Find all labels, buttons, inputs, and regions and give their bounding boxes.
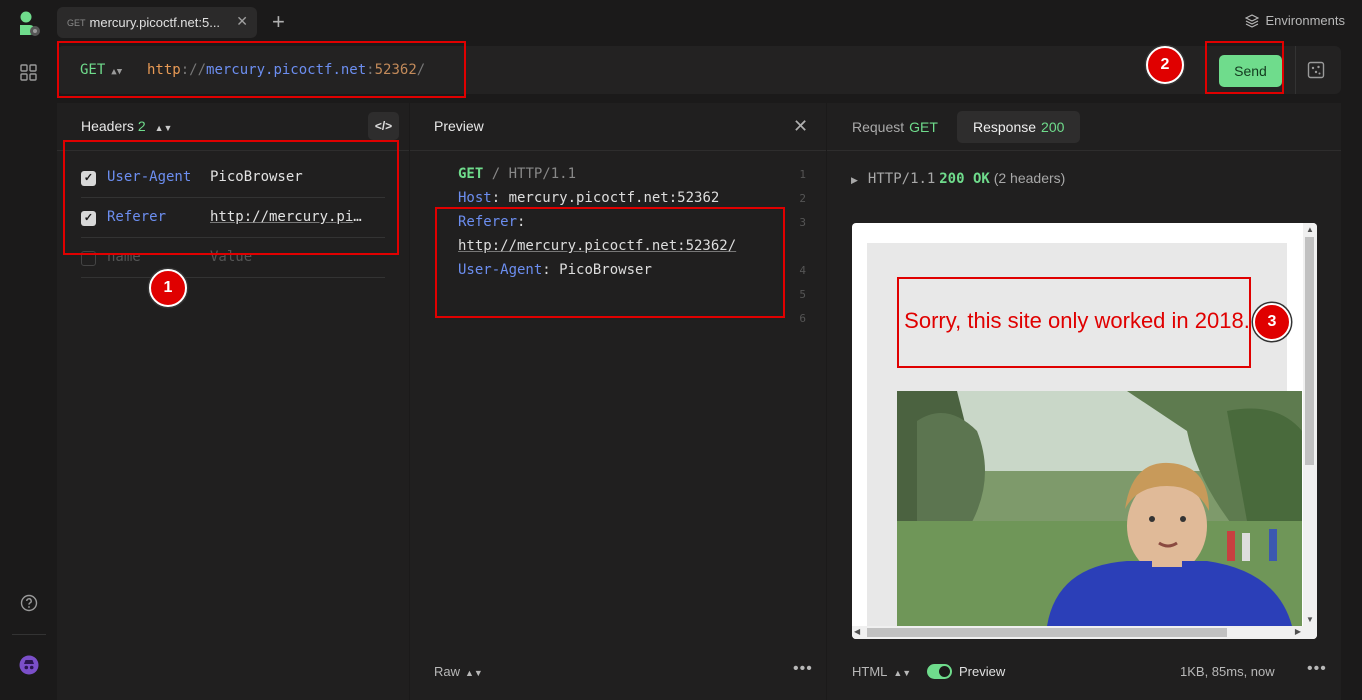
code-icon: </> xyxy=(374,119,393,133)
line-number: 3 xyxy=(799,216,806,229)
line-number: 6 xyxy=(799,312,806,325)
url-scheme: http xyxy=(147,62,181,78)
tab-response-code: 200 xyxy=(1041,119,1065,135)
useragent-key: User-Agent xyxy=(458,262,543,278)
header-name-placeholder[interactable]: name xyxy=(107,249,141,265)
method-select[interactable]: GET ▲▼ xyxy=(80,62,122,78)
line-number: 1 xyxy=(799,168,806,181)
request-tab[interactable]: GET mercury.picoctf.net:5... ✕ xyxy=(57,7,257,38)
help-icon[interactable] xyxy=(20,594,38,612)
tab-method: GET xyxy=(67,17,86,28)
new-tab-icon[interactable]: + xyxy=(272,9,285,35)
host-key: Host xyxy=(458,190,492,206)
toolbar-divider xyxy=(1295,46,1296,94)
close-preview-icon[interactable]: ✕ xyxy=(793,116,808,137)
raw-mode-label: Raw xyxy=(434,664,461,679)
preview-path: / xyxy=(483,166,509,182)
preview-proto: HTTP/1.1 xyxy=(508,166,577,182)
close-tab-icon[interactable]: ✕ xyxy=(236,13,248,30)
tab-response-label: Response xyxy=(973,119,1037,135)
referer-value[interactable]: http://mercury.picoctf.net:52362/ xyxy=(458,238,736,254)
header-enabled-checkbox[interactable]: ✓ xyxy=(81,211,96,226)
headers-chevron-icon: ▲▼ xyxy=(154,123,173,133)
header-value-placeholder[interactable]: Value xyxy=(210,249,362,265)
headers-dropdown[interactable]: Headers 2 ▲▼ xyxy=(81,118,172,134)
annotation-badge-2: 2 xyxy=(1146,46,1184,84)
header-enabled-checkbox[interactable] xyxy=(81,251,96,266)
header-name[interactable]: Referer xyxy=(107,209,166,225)
request-line: GET / HTTP/1.1 xyxy=(458,162,576,186)
status-proto: HTTP/1.1 xyxy=(867,171,936,187)
method-chevron-icon: ▲▼ xyxy=(111,67,123,77)
host-line: Host: mercury.picoctf.net:52362 xyxy=(458,190,720,206)
useragent-line: User-Agent: PicoBrowser xyxy=(458,262,652,278)
status-headers-count: (2 headers) xyxy=(993,170,1066,186)
url-port: 52362 xyxy=(374,62,417,78)
preview-toggle[interactable] xyxy=(927,664,952,679)
app-logo xyxy=(20,11,40,36)
header-row-new: name Value xyxy=(81,238,385,278)
preview-more-icon[interactable]: ••• xyxy=(793,660,813,678)
cookie-jar-icon[interactable] xyxy=(1306,60,1326,80)
format-chevron-icon: ▲▼ xyxy=(893,668,912,678)
headers-count: 2 xyxy=(137,118,146,134)
incognito-avatar-icon[interactable] xyxy=(19,655,39,675)
tab-request[interactable]: Request GET xyxy=(836,111,954,143)
url-host: mercury.picoctf.net xyxy=(206,62,367,78)
tab-request-label: Request xyxy=(852,119,905,135)
url-path: / xyxy=(416,62,426,78)
line-number: 2 xyxy=(799,192,806,205)
status-code: 200 OK xyxy=(939,171,990,187)
response-status-line[interactable]: ▶ HTTP/1.1 200 OK (2 headers) xyxy=(851,170,1065,187)
header-row: ✓ User-Agent PicoBrowser xyxy=(81,158,385,198)
header-name[interactable]: User-Agent xyxy=(107,169,191,185)
host-value: mercury.picoctf.net:52362 xyxy=(508,190,720,206)
response-webview: Sorry, this site only worked in 2018. ▲ … xyxy=(852,223,1317,639)
layers-icon xyxy=(1244,13,1259,28)
response-more-icon[interactable]: ••• xyxy=(1307,660,1327,678)
raw-mode-select[interactable]: Raw ▲▼ xyxy=(434,664,483,679)
annotation-badge-3: 3 xyxy=(1253,303,1291,341)
url-input[interactable]: http://mercury.picoctf.net:52362/ xyxy=(147,62,425,78)
format-label: HTML xyxy=(852,664,888,679)
format-select[interactable]: HTML ▲▼ xyxy=(852,664,911,679)
header-value[interactable]: PicoBrowser xyxy=(210,169,362,185)
preview-toggle-label: Preview xyxy=(959,664,1006,679)
webpage-body: Sorry, this site only worked in 2018. xyxy=(867,243,1302,639)
raw-mode-chevron-icon: ▲▼ xyxy=(465,668,483,678)
webview-horizontal-scrollbar[interactable]: ◀ ▶ xyxy=(852,626,1317,639)
headers-title: Headers xyxy=(81,118,134,134)
code-view-button[interactable]: </> xyxy=(368,112,399,140)
header-enabled-checkbox[interactable]: ✓ xyxy=(81,171,96,186)
method-label: GET xyxy=(80,62,106,78)
tab-title: mercury.picoctf.net:5... xyxy=(89,15,221,30)
useragent-value: PicoBrowser xyxy=(559,262,652,278)
preview-title: Preview xyxy=(434,118,484,134)
tab-response[interactable]: Response 200 xyxy=(957,111,1081,143)
expand-triangle-icon: ▶ xyxy=(851,175,858,185)
url-colon: : xyxy=(366,62,375,78)
environments-button[interactable]: Environments xyxy=(1244,13,1345,28)
annotation-badge-1: 1 xyxy=(149,269,187,307)
header-row: ✓ Referer http://mercury.picoctf.net:523… xyxy=(81,198,385,238)
response-meta: 1KB, 85ms, now xyxy=(1180,664,1275,679)
referer-key: Referer xyxy=(458,214,518,230)
preview-method: GET xyxy=(458,166,484,182)
line-number: 4 xyxy=(799,264,806,277)
page-message: Sorry, this site only worked in 2018. xyxy=(904,308,1250,333)
send-button[interactable]: Send xyxy=(1219,55,1282,87)
tab-request-method: GET xyxy=(909,119,938,135)
referer-line: Referer: xyxy=(458,214,526,230)
environments-label: Environments xyxy=(1265,13,1345,28)
workspace-grid-icon[interactable] xyxy=(20,64,37,81)
header-value[interactable]: http://mercury.picoctf.net:52362/ xyxy=(210,209,362,225)
boy-video-image xyxy=(897,391,1302,626)
referer-value-line: http://mercury.picoctf.net:52362/ xyxy=(458,234,736,258)
line-number: 5 xyxy=(799,288,806,301)
url-separator: :// xyxy=(180,62,207,78)
webview-vertical-scrollbar[interactable]: ▲ ▼ xyxy=(1303,223,1317,626)
rail-divider xyxy=(12,634,46,635)
